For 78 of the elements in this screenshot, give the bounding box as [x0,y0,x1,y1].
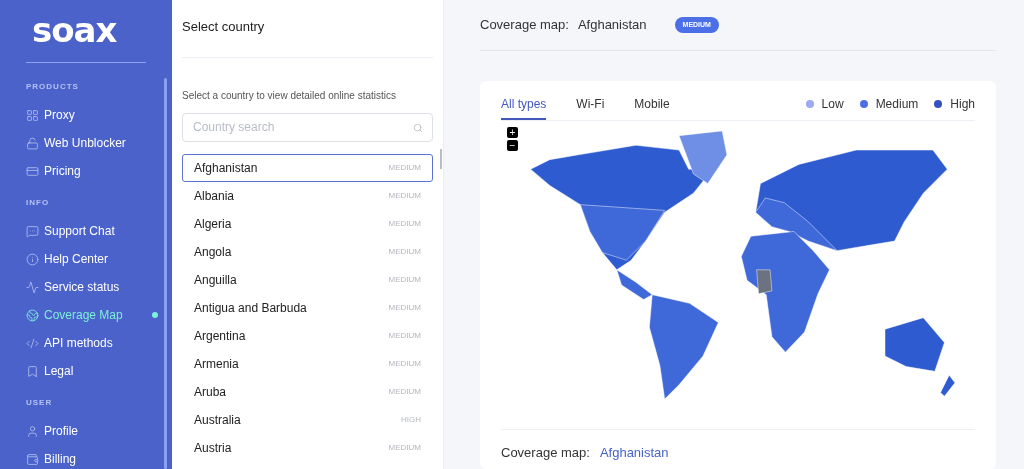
code-icon [26,336,39,350]
section-heading: PRODUCTS [26,81,80,93]
coverage-level: MEDIUM [388,441,421,454]
country-row[interactable]: Antigua and Barbuda MEDIUM [182,293,433,322]
zoom-in-button[interactable]: + [507,126,518,138]
legend-label: High [950,95,975,113]
nav-item[interactable]: Web Unblocker [26,129,158,157]
nav-item[interactable]: Profile [26,417,158,445]
nav-item[interactable]: Pricing [26,157,158,185]
type-tab[interactable]: Mobile [634,94,670,120]
bookmark-icon [26,364,39,378]
pulse-icon [26,280,39,294]
coverage-level: MEDIUM [388,385,421,398]
country-row[interactable]: Armenia MEDIUM [182,349,433,378]
country-title: Afghanistan [577,16,647,34]
nav-item[interactable]: API methods [26,329,158,357]
country-row[interactable]: Austria MEDIUM [182,433,433,462]
nav-item[interactable]: Billing [26,445,158,469]
coverage-level: HIGH [401,413,421,426]
panel-title: Select country [182,0,433,58]
country-name: Australia [194,411,241,429]
unlock-icon [26,136,39,150]
coverage-level: MEDIUM [388,161,421,174]
coverage-level: MEDIUM [388,189,421,202]
globe-icon [26,308,39,322]
coverage-level: MEDIUM [388,357,421,370]
type-tab[interactable]: All types [501,94,547,120]
coverage-level: MEDIUM [388,301,421,314]
coverage-level: MEDIUM [388,329,421,342]
country-name: Austria [194,439,232,457]
section-heading: INFO [26,197,51,209]
legend-label: Medium [875,95,919,113]
footer-country: Afghanistan [599,443,669,462]
nav-item[interactable]: Legal [26,357,158,385]
country-row[interactable]: Australia HIGH [182,405,433,434]
nav-item[interactable]: Help Center [26,245,158,273]
nav-item[interactable]: Coverage Map [26,301,158,329]
country-row[interactable]: Aruba MEDIUM [182,377,433,406]
country-name: Argentina [194,327,246,345]
wallet-icon [26,452,39,466]
zoom-out-button[interactable]: − [507,139,518,151]
country-row[interactable]: Argentina MEDIUM [182,321,433,350]
search-field[interactable]: Country search [182,112,433,142]
country-name: Anguilla [194,271,237,289]
page-title: Coverage map: [480,16,569,34]
country-name: Armenia [194,355,239,373]
scrollbar[interactable] [164,78,167,469]
world-map-drawing[interactable] [530,130,956,399]
coverage-level: MEDIUM [388,273,421,286]
country-row[interactable]: Anguilla MEDIUM [182,265,433,294]
hint-text: Select a country to view detailed online statistics [182,88,397,103]
country-name: Albania [194,187,235,205]
grid-icon [26,108,39,122]
nav-item[interactable]: Proxy [26,101,158,129]
nav-item[interactable]: Service status [26,273,158,301]
country-row[interactable]: Albania MEDIUM [182,181,433,210]
country-row[interactable]: Angola MEDIUM [182,237,433,266]
nav-item[interactable]: Support Chat [26,217,158,245]
country-name: Afghanistan [194,159,258,177]
section-heading: USER [26,397,54,409]
type-tab[interactable]: Wi-Fi [576,94,605,120]
coverage-level: MEDIUM [388,217,421,230]
info-icon [26,252,39,266]
country-row[interactable]: Algeria MEDIUM [182,209,433,238]
country-row[interactable]: Afghanistan MEDIUM [182,153,433,182]
chat-icon [26,224,39,238]
soax-logo[interactable]: soax [32,10,140,50]
country-name: Algeria [194,215,232,233]
user-icon [26,424,39,438]
scrollbar[interactable] [440,149,442,169]
card-icon [26,164,39,178]
country-name: Antigua and Barbuda [194,299,307,317]
country-name: Angola [194,243,232,261]
legend-label: Low [821,95,844,113]
search-icon [413,122,423,133]
coverage-level: MEDIUM [388,245,421,258]
footer-label: Coverage map: [501,443,590,462]
country-name: Aruba [194,383,227,401]
